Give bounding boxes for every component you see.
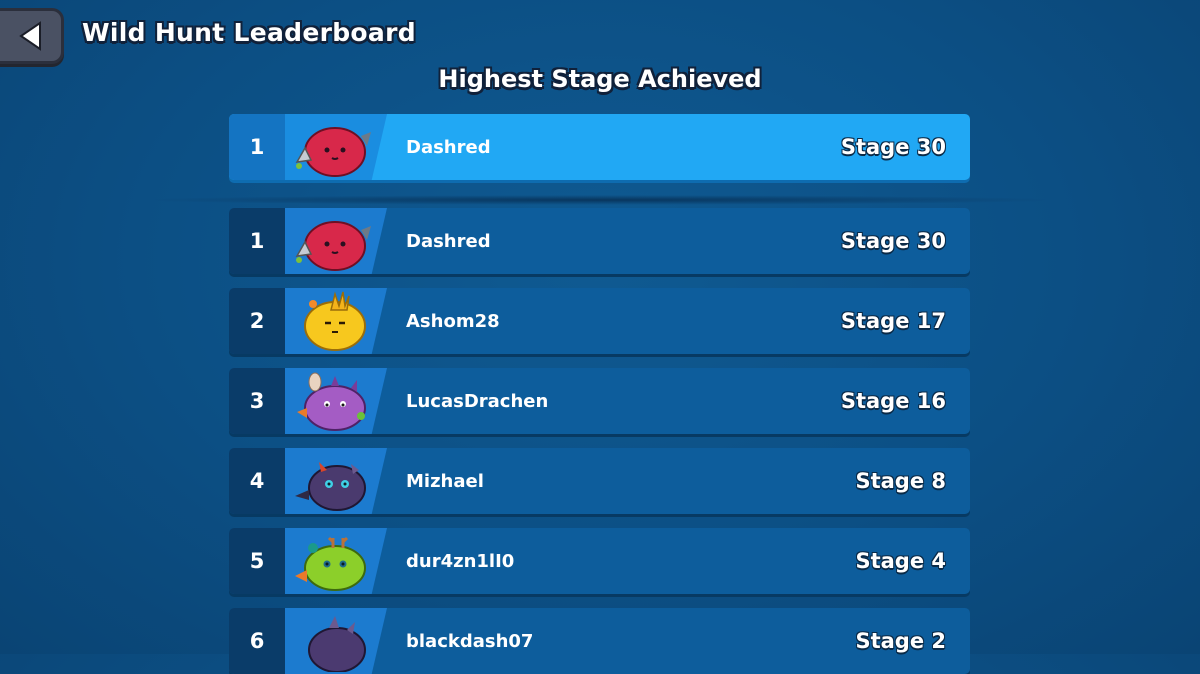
- stage-value: Stage 16: [840, 389, 946, 413]
- player-entry-row: 1 Dashred Stage 30: [229, 114, 970, 180]
- rank-number: 6: [229, 608, 285, 674]
- dark-axie-icon: [308, 616, 366, 672]
- leaderboard-row[interactable]: 1 Dashred Stage 30: [229, 208, 970, 274]
- rank-number: 1: [229, 208, 285, 274]
- rank-number: 3: [229, 368, 285, 434]
- leaderboard-row[interactable]: 5 dur4zn1lI0 Stage 4: [229, 528, 970, 594]
- red-axie-icon: [295, 221, 371, 271]
- player-name: LucasDrachen: [406, 390, 549, 412]
- leaderboard-subtitle: Highest Stage Achieved: [438, 65, 762, 93]
- player-name: Dashred: [406, 230, 491, 252]
- stage-value: Stage 8: [855, 469, 946, 493]
- stage-value: Stage 4: [855, 549, 946, 573]
- stage-value: Stage 2: [855, 629, 946, 653]
- back-arrow-icon: [18, 21, 41, 51]
- avatar-panel: [285, 608, 387, 674]
- player-name: Dashred: [406, 136, 491, 158]
- avatar-panel: [285, 448, 387, 514]
- green-axie-icon: [295, 536, 366, 591]
- rank-number: 1: [229, 114, 285, 180]
- stage-value: Stage 17: [840, 309, 946, 333]
- section-divider: [140, 195, 1060, 205]
- red-axie-icon: [295, 127, 371, 177]
- rank-number: 2: [229, 288, 285, 354]
- rank-number: 5: [229, 528, 285, 594]
- player-name: Ashom28: [406, 310, 500, 332]
- page-title: Wild Hunt Leaderboard: [82, 18, 416, 47]
- avatar-panel: [285, 288, 387, 354]
- dark-axie-icon: [295, 462, 366, 511]
- leaderboard-row[interactable]: 6 blackdash07 Stage 2: [229, 608, 970, 674]
- leaderboard-row[interactable]: 3 LucasDrachen Stage 16: [229, 368, 970, 434]
- player-name: blackdash07: [406, 630, 534, 652]
- back-button[interactable]: [0, 8, 64, 64]
- player-name: dur4zn1lI0: [406, 550, 515, 572]
- rank-number: 4: [229, 448, 285, 514]
- yellow-axie-icon: [304, 291, 366, 351]
- avatar-panel: [285, 368, 387, 434]
- avatar-panel: [285, 208, 387, 274]
- purple-axie-icon: [297, 372, 366, 431]
- stage-value: Stage 30: [840, 135, 946, 159]
- stage-value: Stage 30: [840, 229, 946, 253]
- avatar-panel: [285, 114, 387, 180]
- leaderboard-row[interactable]: 4 Mizhael Stage 8: [229, 448, 970, 514]
- leaderboard-row[interactable]: 2 Ashom28 Stage 17: [229, 288, 970, 354]
- player-name: Mizhael: [406, 470, 484, 492]
- avatar-panel: [285, 528, 387, 594]
